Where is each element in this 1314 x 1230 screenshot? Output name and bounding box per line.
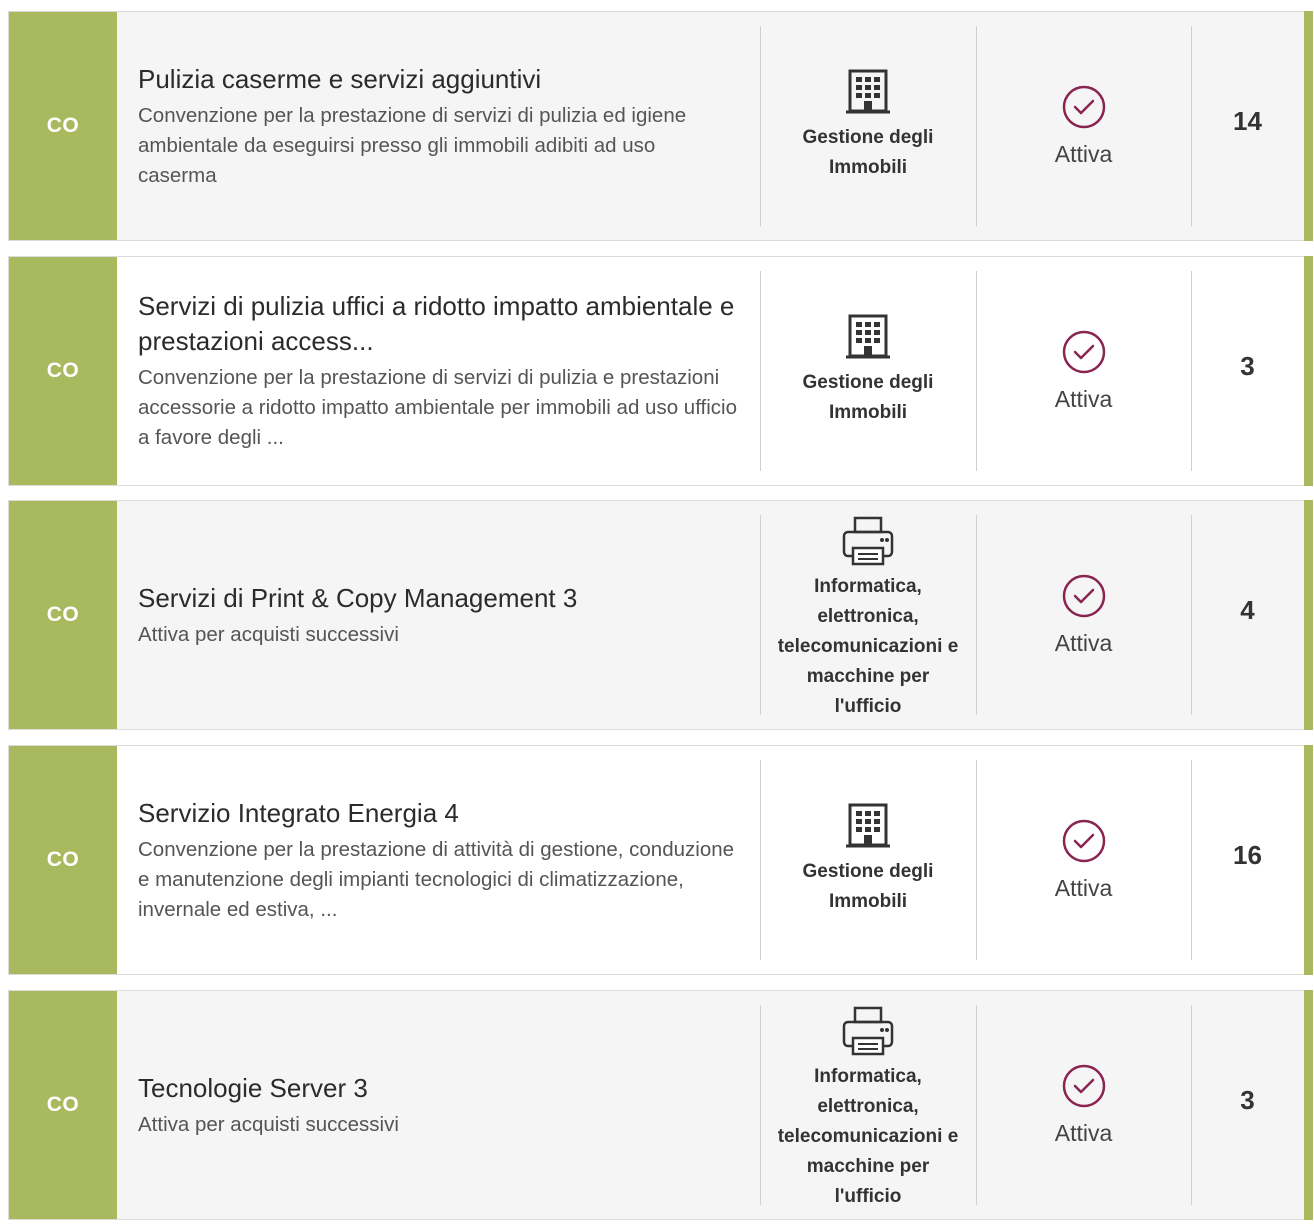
status-label: Attiva — [1054, 875, 1113, 901]
check-circle-icon — [1061, 1063, 1107, 1114]
initiative-description: Convenzione per la prestazione di attivi… — [138, 837, 735, 921]
initiative-description: Convenzione per la prestazione di serviz… — [138, 366, 737, 449]
type-badge-label: CO — [46, 603, 80, 626]
initiative-title[interactable]: Servizi di pulizia uffici a ridotto impa… — [138, 289, 738, 359]
count-cell: 3 — [1191, 257, 1304, 485]
count-cell: 16 — [1191, 746, 1304, 974]
count-cell: 14 — [1191, 12, 1304, 240]
category-cell: Informatica, elettronica, telecomunicazi… — [760, 501, 976, 729]
category-cell: Informatica, elettronica, telecomunicazi… — [760, 991, 976, 1219]
count-value: 3 — [1240, 350, 1255, 381]
printer-icon — [841, 1006, 895, 1056]
initiative-title[interactable]: Tecnologie Server 3 — [138, 1071, 738, 1106]
type-badge: CO — [9, 501, 117, 729]
type-badge: CO — [9, 991, 117, 1219]
initiative-info: Servizio Integrato Energia 4 Convenzione… — [117, 746, 760, 974]
status-cell: Attiva — [976, 257, 1191, 485]
building-icon — [846, 314, 890, 360]
initiative-description: Attiva per acquisti successivi — [138, 1112, 399, 1136]
initiative-card[interactable]: CO Tecnologie Server 3 Attiva per acquis… — [8, 990, 1313, 1220]
initiative-card[interactable]: CO Servizi di pulizia uffici a ridotto i… — [8, 256, 1313, 486]
initiative-info: Servizi di pulizia uffici a ridotto impa… — [117, 257, 760, 485]
initiative-title[interactable]: Servizio Integrato Energia 4 — [138, 796, 738, 831]
status-cell: Attiva — [976, 746, 1191, 974]
initiative-card[interactable]: CO Servizio Integrato Energia 4 Convenzi… — [8, 745, 1313, 975]
count-value: 16 — [1233, 839, 1262, 870]
count-value: 4 — [1240, 594, 1255, 625]
count-value: 14 — [1233, 105, 1262, 136]
category-cell: Gestione degli Immobili — [760, 746, 976, 974]
initiatives-list: CO Pulizia caserme e servizi aggiuntivi … — [0, 0, 1314, 1230]
status-label: Attiva — [1054, 1120, 1113, 1146]
initiative-title[interactable]: Servizi di Print & Copy Management 3 — [138, 581, 738, 616]
building-icon — [846, 69, 890, 115]
initiative-description: Convenzione per la prestazione di serviz… — [138, 103, 687, 187]
count-cell: 4 — [1191, 501, 1304, 729]
status-label: Attiva — [1054, 386, 1113, 412]
check-circle-icon — [1061, 329, 1107, 380]
category-label: Gestione degli Immobili — [802, 861, 934, 912]
category-label: Gestione degli Immobili — [802, 372, 934, 423]
count-cell: 3 — [1191, 991, 1304, 1219]
initiative-title[interactable]: Pulizia caserme e servizi aggiuntivi — [138, 62, 738, 97]
status-cell: Attiva — [976, 501, 1191, 729]
type-badge-label: CO — [46, 359, 80, 382]
status-label: Attiva — [1054, 141, 1113, 167]
status-label: Attiva — [1054, 630, 1113, 656]
count-value: 3 — [1240, 1084, 1255, 1115]
category-label: Informatica, elettronica, telecomunicazi… — [777, 576, 959, 717]
type-badge: CO — [9, 257, 117, 485]
initiative-description: Attiva per acquisti successivi — [138, 622, 399, 646]
printer-icon — [841, 516, 895, 566]
type-badge-label: CO — [46, 114, 80, 137]
type-badge: CO — [9, 746, 117, 974]
category-label: Informatica, elettronica, telecomunicazi… — [777, 1066, 959, 1207]
type-badge: CO — [9, 12, 117, 240]
category-cell: Gestione degli Immobili — [760, 12, 976, 240]
category-label: Gestione degli Immobili — [802, 127, 934, 178]
initiative-info: Pulizia caserme e servizi aggiuntivi Con… — [117, 12, 760, 240]
category-cell: Gestione degli Immobili — [760, 257, 976, 485]
initiative-info: Servizi di Print & Copy Management 3 Att… — [117, 501, 760, 729]
status-cell: Attiva — [976, 991, 1191, 1219]
initiative-info: Tecnologie Server 3 Attiva per acquisti … — [117, 991, 760, 1219]
check-circle-icon — [1061, 573, 1107, 624]
initiative-card[interactable]: CO Pulizia caserme e servizi aggiuntivi … — [8, 11, 1313, 241]
building-icon — [846, 803, 890, 849]
initiative-card[interactable]: CO Servizi di Print & Copy Management 3 … — [8, 500, 1313, 730]
check-circle-icon — [1061, 84, 1107, 135]
check-circle-icon — [1061, 818, 1107, 869]
status-cell: Attiva — [976, 12, 1191, 240]
type-badge-label: CO — [46, 1093, 80, 1116]
type-badge-label: CO — [46, 848, 80, 871]
